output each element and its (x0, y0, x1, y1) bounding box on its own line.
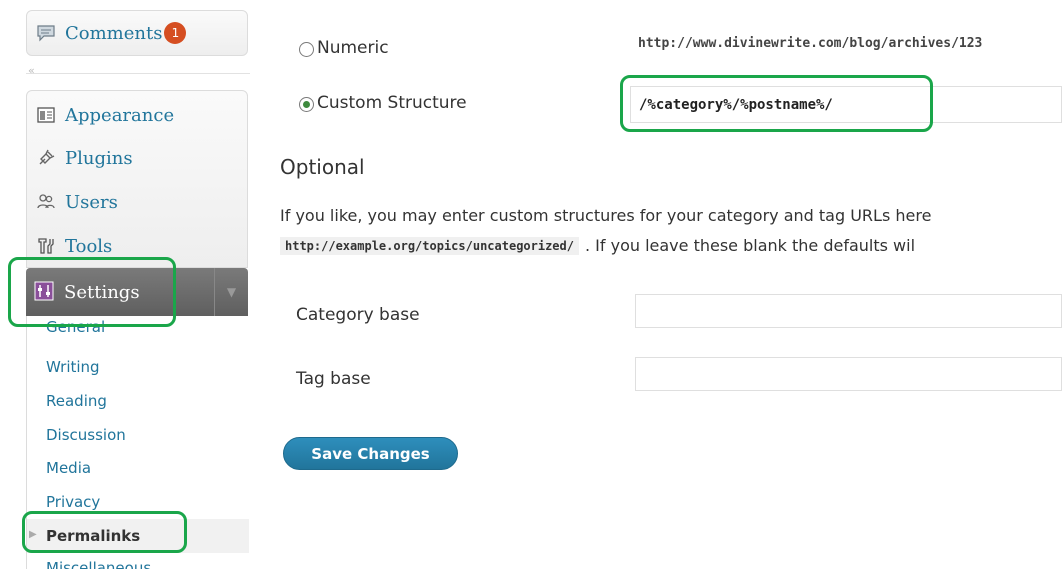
admin-sidebar: Comments 1 « Appearance Plugins Users To… (0, 0, 250, 569)
sidebar-item-settings[interactable]: Settings ▼ (26, 268, 248, 316)
permalink-settings-panel: Numeric http://www.divinewrite.com/blog/… (250, 0, 1062, 569)
tools-icon (35, 235, 57, 257)
tag-base-input[interactable] (635, 357, 1062, 391)
comments-menu-box: Comments 1 (26, 10, 248, 56)
sidebar-item-label: Comments (65, 22, 163, 44)
plugins-icon (35, 147, 57, 169)
sidebar-item-label: Plugins (65, 147, 133, 169)
custom-structure-input[interactable]: /%category%/%postname%/ (630, 86, 1062, 123)
comments-count-badge: 1 (164, 22, 187, 44)
tag-base-label: Tag base (296, 369, 371, 389)
submenu-item-label: Permalinks (46, 527, 141, 545)
submenu-item-privacy[interactable]: Privacy (46, 493, 100, 511)
submenu-item-general[interactable]: General (46, 318, 105, 336)
optional-description-continued: http://example.org/topics/uncategorized/… (280, 236, 915, 255)
appearance-icon (35, 104, 57, 126)
submenu-item-media[interactable]: Media (46, 459, 91, 477)
sidebar-item-label: Settings (64, 281, 140, 303)
category-base-input[interactable] (635, 294, 1062, 328)
sidebar-item-label: Appearance (65, 104, 175, 126)
sidebar-item-users[interactable]: Users (27, 182, 247, 222)
example-url-code: http://example.org/topics/uncategorized/ (280, 236, 579, 255)
submenu-item-writing[interactable]: Writing (46, 358, 100, 376)
current-page-arrow-icon: ▶ (29, 529, 37, 540)
submenu-item-miscellaneous[interactable]: Miscellaneous (46, 559, 151, 569)
save-changes-button[interactable]: Save Changes (283, 437, 458, 470)
numeric-radio[interactable] (299, 42, 314, 57)
submenu-item-discussion[interactable]: Discussion (46, 426, 126, 444)
sidebar-item-label: Tools (65, 235, 113, 257)
submenu-item-permalinks[interactable]: ▶ Permalinks (27, 519, 249, 553)
main-menu-box: Appearance Plugins Users Tools (26, 90, 248, 268)
settings-submenu: General Writing Reading Discussion Media… (26, 316, 249, 569)
numeric-label: Numeric (317, 38, 389, 58)
sidebar-item-plugins[interactable]: Plugins (27, 138, 247, 178)
category-base-label: Category base (296, 305, 420, 325)
settings-icon (34, 281, 56, 303)
submenu-item-reading[interactable]: Reading (46, 392, 107, 410)
numeric-example-url: http://www.divinewrite.com/blog/archives… (638, 36, 983, 51)
sidebar-item-label: Users (65, 191, 118, 213)
collapse-menu-arrow[interactable]: « (28, 64, 35, 77)
optional-heading: Optional (280, 155, 365, 179)
custom-structure-label: Custom Structure (317, 93, 467, 113)
sidebar-item-comments[interactable]: Comments 1 (27, 13, 247, 53)
sidebar-item-appearance[interactable]: Appearance (27, 95, 247, 135)
settings-submenu-toggle[interactable]: ▼ (214, 268, 248, 316)
users-icon (35, 191, 57, 213)
comment-bubble-icon (35, 22, 57, 44)
description-tail: . If you leave these blank the defaults … (584, 236, 916, 255)
custom-structure-radio[interactable] (299, 97, 314, 112)
optional-description: If you like, you may enter custom struct… (280, 206, 932, 225)
menu-separator (26, 73, 250, 74)
sidebar-item-tools[interactable]: Tools (27, 226, 247, 266)
